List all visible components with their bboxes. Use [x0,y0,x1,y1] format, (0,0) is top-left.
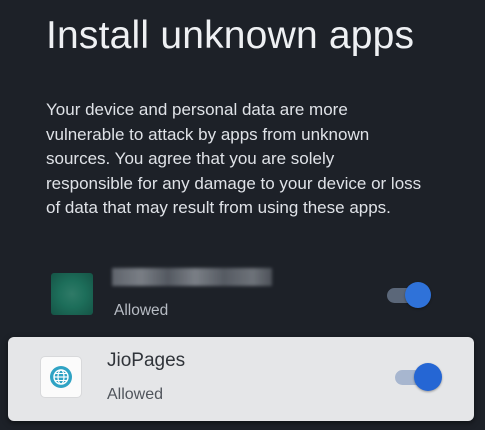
app-row-jiopages[interactable]: JioPages Allowed [8,337,474,421]
obscured-app-icon [51,273,93,315]
globe-icon [50,366,72,388]
app-status-label: Allowed [114,302,169,319]
app-status-label: Allowed [107,386,164,403]
security-warning-text: Your device and personal data are more v… [46,100,422,217]
app-name: JioPages [107,350,186,371]
jiopages-app-icon [41,357,81,397]
allow-toggle-obscured-app[interactable] [387,282,431,308]
page-title: Install unknown apps [46,14,415,57]
app-row-obscured[interactable]: Allowed [0,262,485,330]
toggle-thumb [414,363,442,391]
obscured-app-name [112,268,272,286]
allow-toggle-jiopages[interactable] [395,363,442,391]
toggle-thumb [405,282,431,308]
